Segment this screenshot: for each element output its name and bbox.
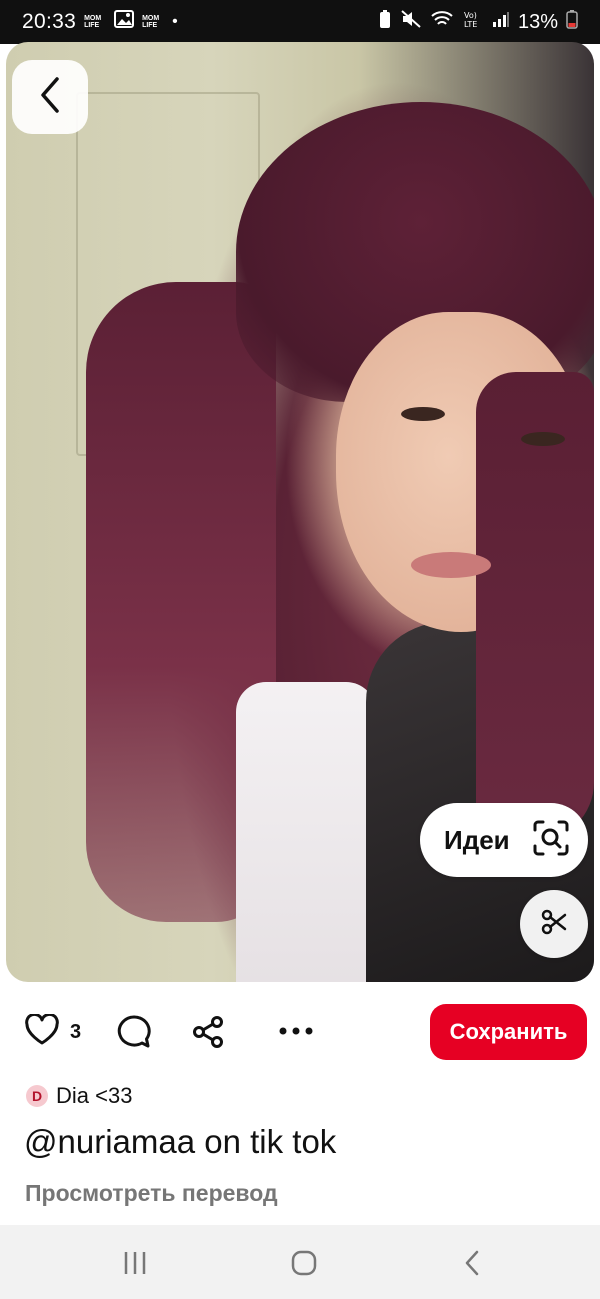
wifi-icon [430, 9, 454, 35]
share-icon [190, 1016, 226, 1054]
status-bar: 20:33 MOM LIFE MOM LIFE • Vo) LTE 13% [0, 0, 600, 44]
more-notifications-dot: • [172, 13, 178, 30]
ellipsis-icon [276, 1023, 316, 1054]
more-options-button[interactable] [276, 1014, 316, 1054]
heart-icon [24, 1012, 60, 1051]
ideas-button[interactable]: Идеи [420, 803, 588, 877]
save-button[interactable]: Сохранить [430, 1004, 587, 1060]
shirt-shape [236, 682, 376, 982]
status-time: 20:33 [22, 10, 77, 33]
signal-icon [492, 10, 510, 34]
view-translation-link[interactable]: Просмотреть перевод [25, 1180, 278, 1207]
cutout-button[interactable] [520, 890, 588, 958]
recents-icon [120, 1252, 150, 1281]
back-button[interactable] [12, 60, 88, 134]
mom-life-notification-icon: MOM LIFE [84, 15, 102, 29]
status-bar-left: 20:33 MOM LIFE MOM LIFE • [22, 10, 178, 34]
mom-life-notification-icon-2: MOM LIFE [142, 15, 160, 29]
author-name: Dia <33 [56, 1083, 133, 1108]
battery-icon [566, 9, 578, 35]
system-nav-bar [0, 1225, 600, 1299]
battery-percentage: 13% [517, 10, 558, 33]
recents-button[interactable] [120, 1249, 150, 1282]
comment-button[interactable] [116, 1014, 152, 1055]
pin-action-row: 3 Сохранить [0, 1000, 600, 1064]
battery-saver-icon [378, 9, 392, 35]
eye-left-shape [401, 407, 445, 421]
status-bar-right: Vo) LTE 13% [378, 9, 578, 35]
pin-title: @nuriamaa on tik tok [24, 1123, 337, 1160]
chevron-left-icon [462, 1250, 482, 1281]
like-count: 3 [70, 1021, 82, 1043]
mute-icon [400, 9, 422, 35]
system-back-button[interactable] [462, 1249, 482, 1282]
lips-shape [411, 552, 491, 578]
scissors-icon [540, 908, 568, 941]
home-icon [290, 1250, 318, 1281]
comment-icon [116, 1015, 152, 1054]
ideas-label: Идеи [444, 824, 510, 855]
volte-icon: Vo) LTE [462, 9, 484, 35]
svg-text:Vo): Vo) [464, 11, 477, 20]
gallery-notification-icon [114, 10, 135, 34]
eye-right-shape [521, 432, 565, 446]
svg-text:LTE: LTE [464, 20, 477, 29]
home-button[interactable] [290, 1249, 318, 1282]
visual-search-icon [532, 819, 570, 862]
like-button[interactable]: 3 [24, 1012, 82, 1051]
chevron-left-icon [35, 75, 65, 120]
pin-author[interactable]: D Dia <33 [26, 1083, 132, 1109]
avatar: D [26, 1085, 48, 1107]
share-button[interactable] [190, 1014, 226, 1055]
